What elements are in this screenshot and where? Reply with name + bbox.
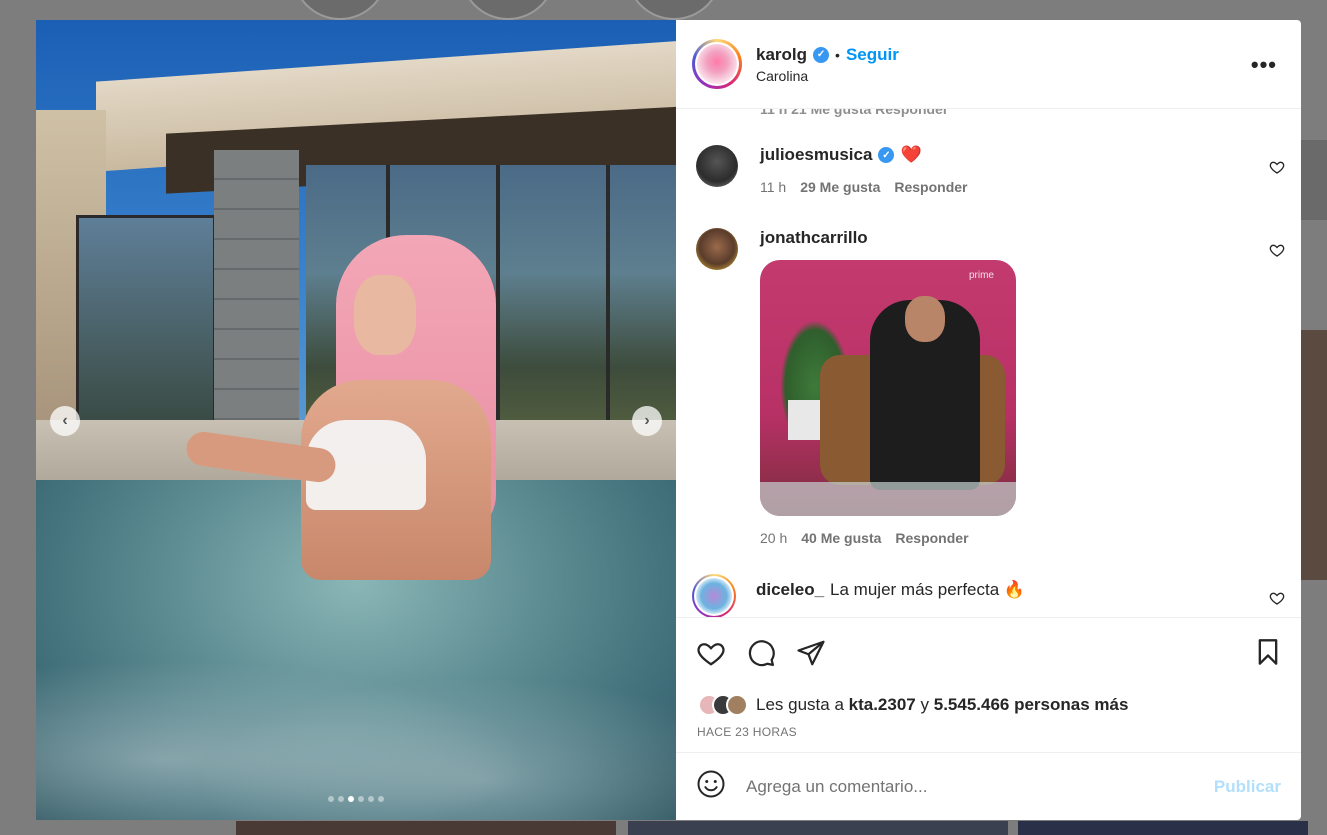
post-header: karolg ✓ • Seguir Carolina ••• <box>676 20 1301 109</box>
like-button[interactable] <box>696 638 726 668</box>
comment-text: ❤️ <box>900 145 922 164</box>
comment-item: jonathcarrillo prime 20 h 40 Me gusta Re… <box>696 228 1285 546</box>
verified-badge-icon: ✓ <box>813 46 830 63</box>
comment-likes[interactable]: 29 Me gusta <box>800 179 880 195</box>
save-button[interactable] <box>1253 637 1283 667</box>
chevron-left-icon: ‹ <box>62 412 68 429</box>
separator-dot: • <box>835 46 840 63</box>
post-image[interactable]: ‹ › <box>36 20 676 820</box>
bookmark-icon <box>1258 639 1278 665</box>
post-actions <box>676 617 1301 687</box>
likes-text: Les gusta a kta.2307 y 5.545.466 persona… <box>756 695 1129 714</box>
avatar <box>726 694 748 716</box>
image-face <box>354 275 416 355</box>
comment-username[interactable]: julioesmusica <box>760 145 872 165</box>
comment-username[interactable]: diceleo_ <box>756 580 824 600</box>
image-foam <box>36 620 676 820</box>
previous-image-button[interactable]: ‹ <box>50 406 80 436</box>
follow-button[interactable]: Seguir <box>846 45 899 65</box>
reply-button[interactable]: Responder <box>895 530 968 546</box>
liker-username[interactable]: kta.2307 <box>849 695 916 714</box>
post-side-panel: karolg ✓ • Seguir Carolina ••• 11 h 21 M… <box>676 20 1301 820</box>
image-glass-door <box>76 215 216 425</box>
comment-button[interactable] <box>746 638 776 668</box>
chevron-right-icon: › <box>644 412 650 429</box>
bg-strip <box>628 821 1008 835</box>
carousel-dot <box>378 796 384 802</box>
likes-count[interactable]: 5.545.466 personas más <box>934 695 1129 714</box>
avatar[interactable] <box>696 228 738 270</box>
bg-story-avatar <box>292 0 388 20</box>
comment-input[interactable] <box>746 776 1194 797</box>
carousel-dots <box>36 796 676 802</box>
author-username[interactable]: karolg <box>756 45 807 65</box>
bg-strip <box>1018 821 1308 835</box>
bg-story-avatar <box>460 0 556 20</box>
bg-strip <box>236 821 616 835</box>
heart-icon <box>697 642 725 666</box>
publish-button[interactable]: Publicar <box>1214 777 1281 797</box>
comment-time[interactable]: 20 h <box>760 530 787 546</box>
post-timestamp: HACE 23 HORAS <box>697 725 797 739</box>
bg-story-avatar <box>626 0 722 20</box>
partial-comment-meta: 11 h 21 Me gusta Responder <box>760 109 949 117</box>
likes-summary[interactable]: Les gusta a kta.2307 y 5.545.466 persona… <box>676 687 1301 721</box>
gif-watermark: prime <box>968 270 994 281</box>
comment-item: diceleo_ La mujer más perfecta 🔥 <box>692 574 1285 617</box>
smiley-icon <box>697 770 725 798</box>
comments-list[interactable]: 11 h 21 Me gusta Responder julioesmusica… <box>676 109 1301 617</box>
comment-time[interactable]: 11 h <box>760 179 786 195</box>
comment-composer: Publicar <box>676 752 1301 820</box>
paper-plane-icon <box>797 640 825 665</box>
bg-tile <box>1301 140 1327 220</box>
comment-likes[interactable]: 40 Me gusta <box>801 530 881 546</box>
comment-username[interactable]: jonathcarrillo <box>760 228 868 248</box>
comment-bubble-icon <box>748 639 775 666</box>
carousel-dot <box>368 796 374 802</box>
liker-avatars <box>698 694 748 716</box>
carousel-dot <box>348 796 354 802</box>
like-comment-icon[interactable] <box>1269 590 1285 606</box>
carousel-dot <box>338 796 344 802</box>
comment-item: julioesmusica ✓ ❤️ 11 h 29 Me gusta Resp… <box>696 145 1285 195</box>
more-options-icon[interactable]: ••• <box>1251 52 1277 78</box>
carousel-dot <box>328 796 334 802</box>
next-image-button[interactable]: › <box>632 406 662 436</box>
comment-gif[interactable]: prime <box>760 260 1016 516</box>
author-avatar[interactable] <box>692 39 742 89</box>
verified-badge-icon: ✓ <box>878 147 895 163</box>
post-modal: ‹ › karolg ✓ • Seguir Carolina ••• 11 h … <box>36 20 1301 820</box>
share-button[interactable] <box>796 638 826 668</box>
image-stone-column <box>214 150 299 430</box>
bg-tile <box>1301 330 1327 580</box>
post-location[interactable]: Carolina <box>756 68 899 84</box>
avatar[interactable] <box>696 145 738 187</box>
emoji-button[interactable] <box>696 769 726 804</box>
like-comment-icon[interactable] <box>1269 159 1285 175</box>
avatar[interactable] <box>692 574 736 617</box>
like-comment-icon[interactable] <box>1269 242 1285 258</box>
reply-button[interactable]: Responder <box>894 179 967 195</box>
comment-text: La mujer más perfecta 🔥 <box>830 580 1026 599</box>
carousel-dot <box>358 796 364 802</box>
